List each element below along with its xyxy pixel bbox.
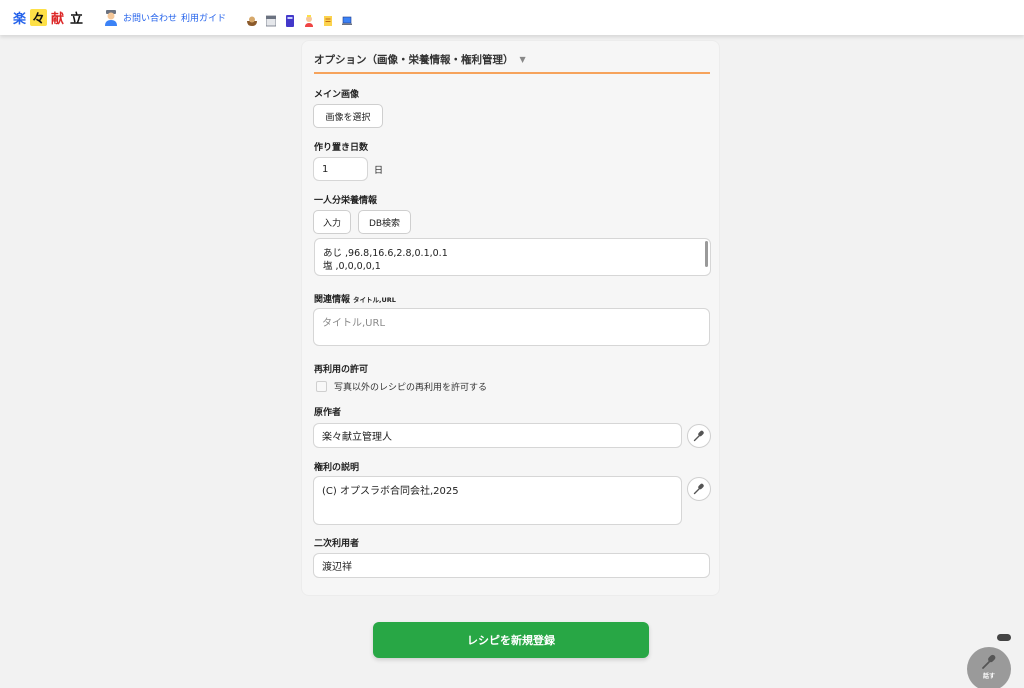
voice-fab-button[interactable]: 話す bbox=[967, 647, 1011, 688]
keep-days-unit: 日 bbox=[374, 166, 384, 176]
voice-fab-label: 話す bbox=[982, 673, 995, 680]
chef-icon[interactable] bbox=[304, 12, 314, 27]
app-logo[interactable]: 楽 々 献 立 bbox=[11, 9, 87, 27]
keep-days-input[interactable] bbox=[313, 157, 368, 181]
calendar-icon[interactable] bbox=[265, 12, 277, 26]
logo-char-4: 立 bbox=[69, 12, 83, 27]
app-header: 楽 々 献 立 お問い合わせ 利用ガイド bbox=[0, 0, 1024, 35]
rights-textarea[interactable]: (C) オプスラボ合同会社,2025 bbox=[313, 476, 682, 525]
nutrition-line: 塩 ,0,0,0,0,1 bbox=[323, 261, 381, 272]
person-icon[interactable] bbox=[103, 9, 119, 27]
reuse-checkbox-label[interactable]: 写真以外のレシピの再利用を許可する bbox=[334, 380, 487, 393]
keep-days-label: 作り置き日数 bbox=[314, 143, 369, 153]
microphone-icon bbox=[693, 483, 704, 495]
related-info-label-text: 関連情報 bbox=[314, 295, 351, 305]
nutrition-label: 一人分栄養情報 bbox=[314, 196, 378, 206]
author-input[interactable] bbox=[313, 423, 682, 448]
rights-label: 権利の説明 bbox=[314, 463, 360, 473]
nutrition-line: あじ ,96.8,16.6,2.8,0.1,0.1 bbox=[323, 248, 448, 259]
rights-voice-button[interactable] bbox=[687, 477, 711, 501]
register-recipe-button[interactable]: レシピを新規登録 bbox=[373, 622, 649, 658]
microphone-icon bbox=[982, 654, 996, 669]
logo-char-3: 献 bbox=[50, 12, 64, 27]
reuse-checkbox[interactable] bbox=[316, 381, 327, 392]
logo-char-1: 楽 bbox=[12, 12, 26, 27]
author-label: 原作者 bbox=[314, 408, 342, 418]
scroll-icon[interactable] bbox=[323, 12, 333, 26]
options-section-header[interactable]: オプション（画像・栄養情報・権利管理） ▼ bbox=[314, 52, 710, 74]
textarea-scrollbar[interactable] bbox=[705, 241, 708, 267]
book-icon[interactable] bbox=[285, 12, 295, 27]
main-image-label: メイン画像 bbox=[314, 90, 360, 100]
reuse-label: 再利用の許可 bbox=[314, 365, 369, 375]
options-card: オプション（画像・栄養情報・権利管理） ▼ メイン画像 画像を選択 作り置き日数… bbox=[301, 40, 720, 596]
related-info-textarea[interactable] bbox=[313, 308, 710, 346]
collapse-toggle-icon[interactable]: ▼ bbox=[520, 55, 526, 64]
nutrition-db-search-button[interactable]: DB検索 bbox=[358, 210, 411, 234]
microphone-icon bbox=[693, 430, 704, 442]
secondary-user-label: 二次利用者 bbox=[314, 539, 360, 549]
nutrition-textarea[interactable]: あじ ,96.8,16.6,2.8,0.1,0.1 塩 ,0,0,0,0,1 bbox=[314, 238, 711, 276]
bowl-icon[interactable] bbox=[247, 12, 258, 26]
select-image-button[interactable]: 画像を選択 bbox=[313, 104, 383, 128]
laptop-icon[interactable] bbox=[342, 12, 353, 25]
options-title: オプション（画像・栄養情報・権利管理） bbox=[314, 54, 514, 66]
related-info-label: 関連情報 タイトル,URL bbox=[314, 292, 396, 305]
author-voice-button[interactable] bbox=[687, 424, 711, 448]
tool-icon-bar bbox=[247, 12, 361, 27]
floating-handle[interactable] bbox=[997, 634, 1011, 641]
reuse-checkbox-row[interactable]: 写真以外のレシピの再利用を許可する bbox=[316, 380, 487, 393]
nutrition-input-button[interactable]: 入力 bbox=[313, 210, 351, 234]
guide-link[interactable]: 利用ガイド bbox=[181, 11, 226, 24]
logo-char-2: 々 bbox=[30, 9, 47, 27]
contact-link[interactable]: お問い合わせ bbox=[123, 11, 177, 24]
related-info-hint: タイトル,URL bbox=[353, 296, 396, 304]
secondary-user-input[interactable] bbox=[313, 553, 710, 578]
